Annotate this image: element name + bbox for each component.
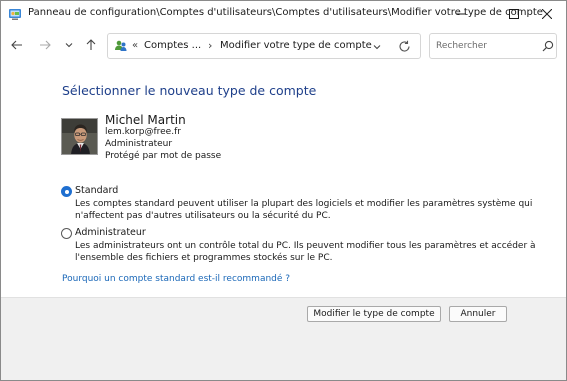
search-box[interactable] bbox=[429, 33, 557, 59]
search-input[interactable] bbox=[436, 39, 536, 53]
cancel-button[interactable]: Annuler bbox=[449, 306, 507, 322]
user-protection-status: Protégé par mot de passe bbox=[105, 151, 222, 161]
user-email: lem.korp@free.fr bbox=[105, 127, 181, 137]
arrow-left-icon bbox=[11, 40, 22, 50]
minimize-button[interactable] bbox=[441, 1, 481, 27]
back-button[interactable] bbox=[9, 37, 25, 53]
standard-description: Les comptes standard peuvent utiliser la… bbox=[75, 198, 532, 222]
forward-button[interactable] bbox=[37, 37, 53, 53]
standard-radio[interactable] bbox=[61, 186, 72, 197]
description-line: Les administrateurs ont un contrôle tota… bbox=[75, 241, 536, 251]
breadcrumb-item[interactable]: Modifier votre type de compte bbox=[220, 40, 372, 51]
close-icon bbox=[542, 9, 552, 19]
footer: Modifier le type de compte Annuler bbox=[1, 297, 566, 380]
address-bar[interactable]: « Comptes ... › Modifier votre type de c… bbox=[107, 33, 421, 59]
arrow-right-icon bbox=[40, 40, 51, 50]
navigation-bar: « Comptes ... › Modifier votre type de c… bbox=[1, 27, 566, 65]
control-panel-icon bbox=[8, 7, 22, 21]
breadcrumb-overflow-icon[interactable]: « bbox=[132, 40, 138, 51]
user-name: Michel Martin bbox=[105, 113, 186, 127]
user-accounts-icon bbox=[114, 39, 128, 53]
description-line: n'affectent pas d'autres utilisateurs ou… bbox=[75, 211, 331, 221]
recent-locations-button[interactable] bbox=[61, 37, 77, 53]
chevron-down-icon bbox=[373, 45, 381, 50]
refresh-icon bbox=[399, 40, 410, 52]
standard-radio-label[interactable]: Standard bbox=[75, 185, 118, 196]
close-button[interactable] bbox=[527, 1, 566, 27]
chevron-down-icon bbox=[65, 43, 73, 48]
window: Panneau de configuration\Comptes d'utili… bbox=[0, 0, 567, 381]
avatar bbox=[61, 118, 98, 155]
title-bar: Panneau de configuration\Comptes d'utili… bbox=[1, 1, 566, 27]
change-account-type-button[interactable]: Modifier le type de compte bbox=[307, 306, 441, 322]
arrow-up-icon bbox=[86, 39, 96, 50]
minimize-icon bbox=[456, 13, 466, 15]
chevron-right-icon[interactable]: › bbox=[208, 39, 212, 52]
why-standard-link[interactable]: Pourquoi un compte standard est-il recom… bbox=[62, 274, 290, 284]
user-account-type: Administrateur bbox=[105, 139, 173, 149]
refresh-button[interactable] bbox=[398, 40, 411, 53]
page-title: Sélectionner le nouveau type de compte bbox=[62, 83, 317, 98]
search-icon[interactable] bbox=[542, 40, 554, 52]
breadcrumb-item[interactable]: Comptes ... bbox=[144, 40, 201, 51]
address-history-button[interactable] bbox=[371, 41, 383, 53]
description-line: l'ensemble des fichiers et programmes st… bbox=[75, 253, 333, 263]
main-content: Sélectionner le nouveau type de compte M… bbox=[1, 65, 566, 297]
administrator-radio[interactable] bbox=[61, 228, 72, 239]
description-line: Les comptes standard peuvent utiliser la… bbox=[75, 199, 533, 209]
up-button[interactable] bbox=[83, 37, 99, 53]
administrator-radio-label[interactable]: Administrateur bbox=[75, 227, 146, 238]
maximize-icon bbox=[509, 9, 519, 19]
administrator-description: Les administrateurs ont un contrôle tota… bbox=[75, 240, 536, 264]
